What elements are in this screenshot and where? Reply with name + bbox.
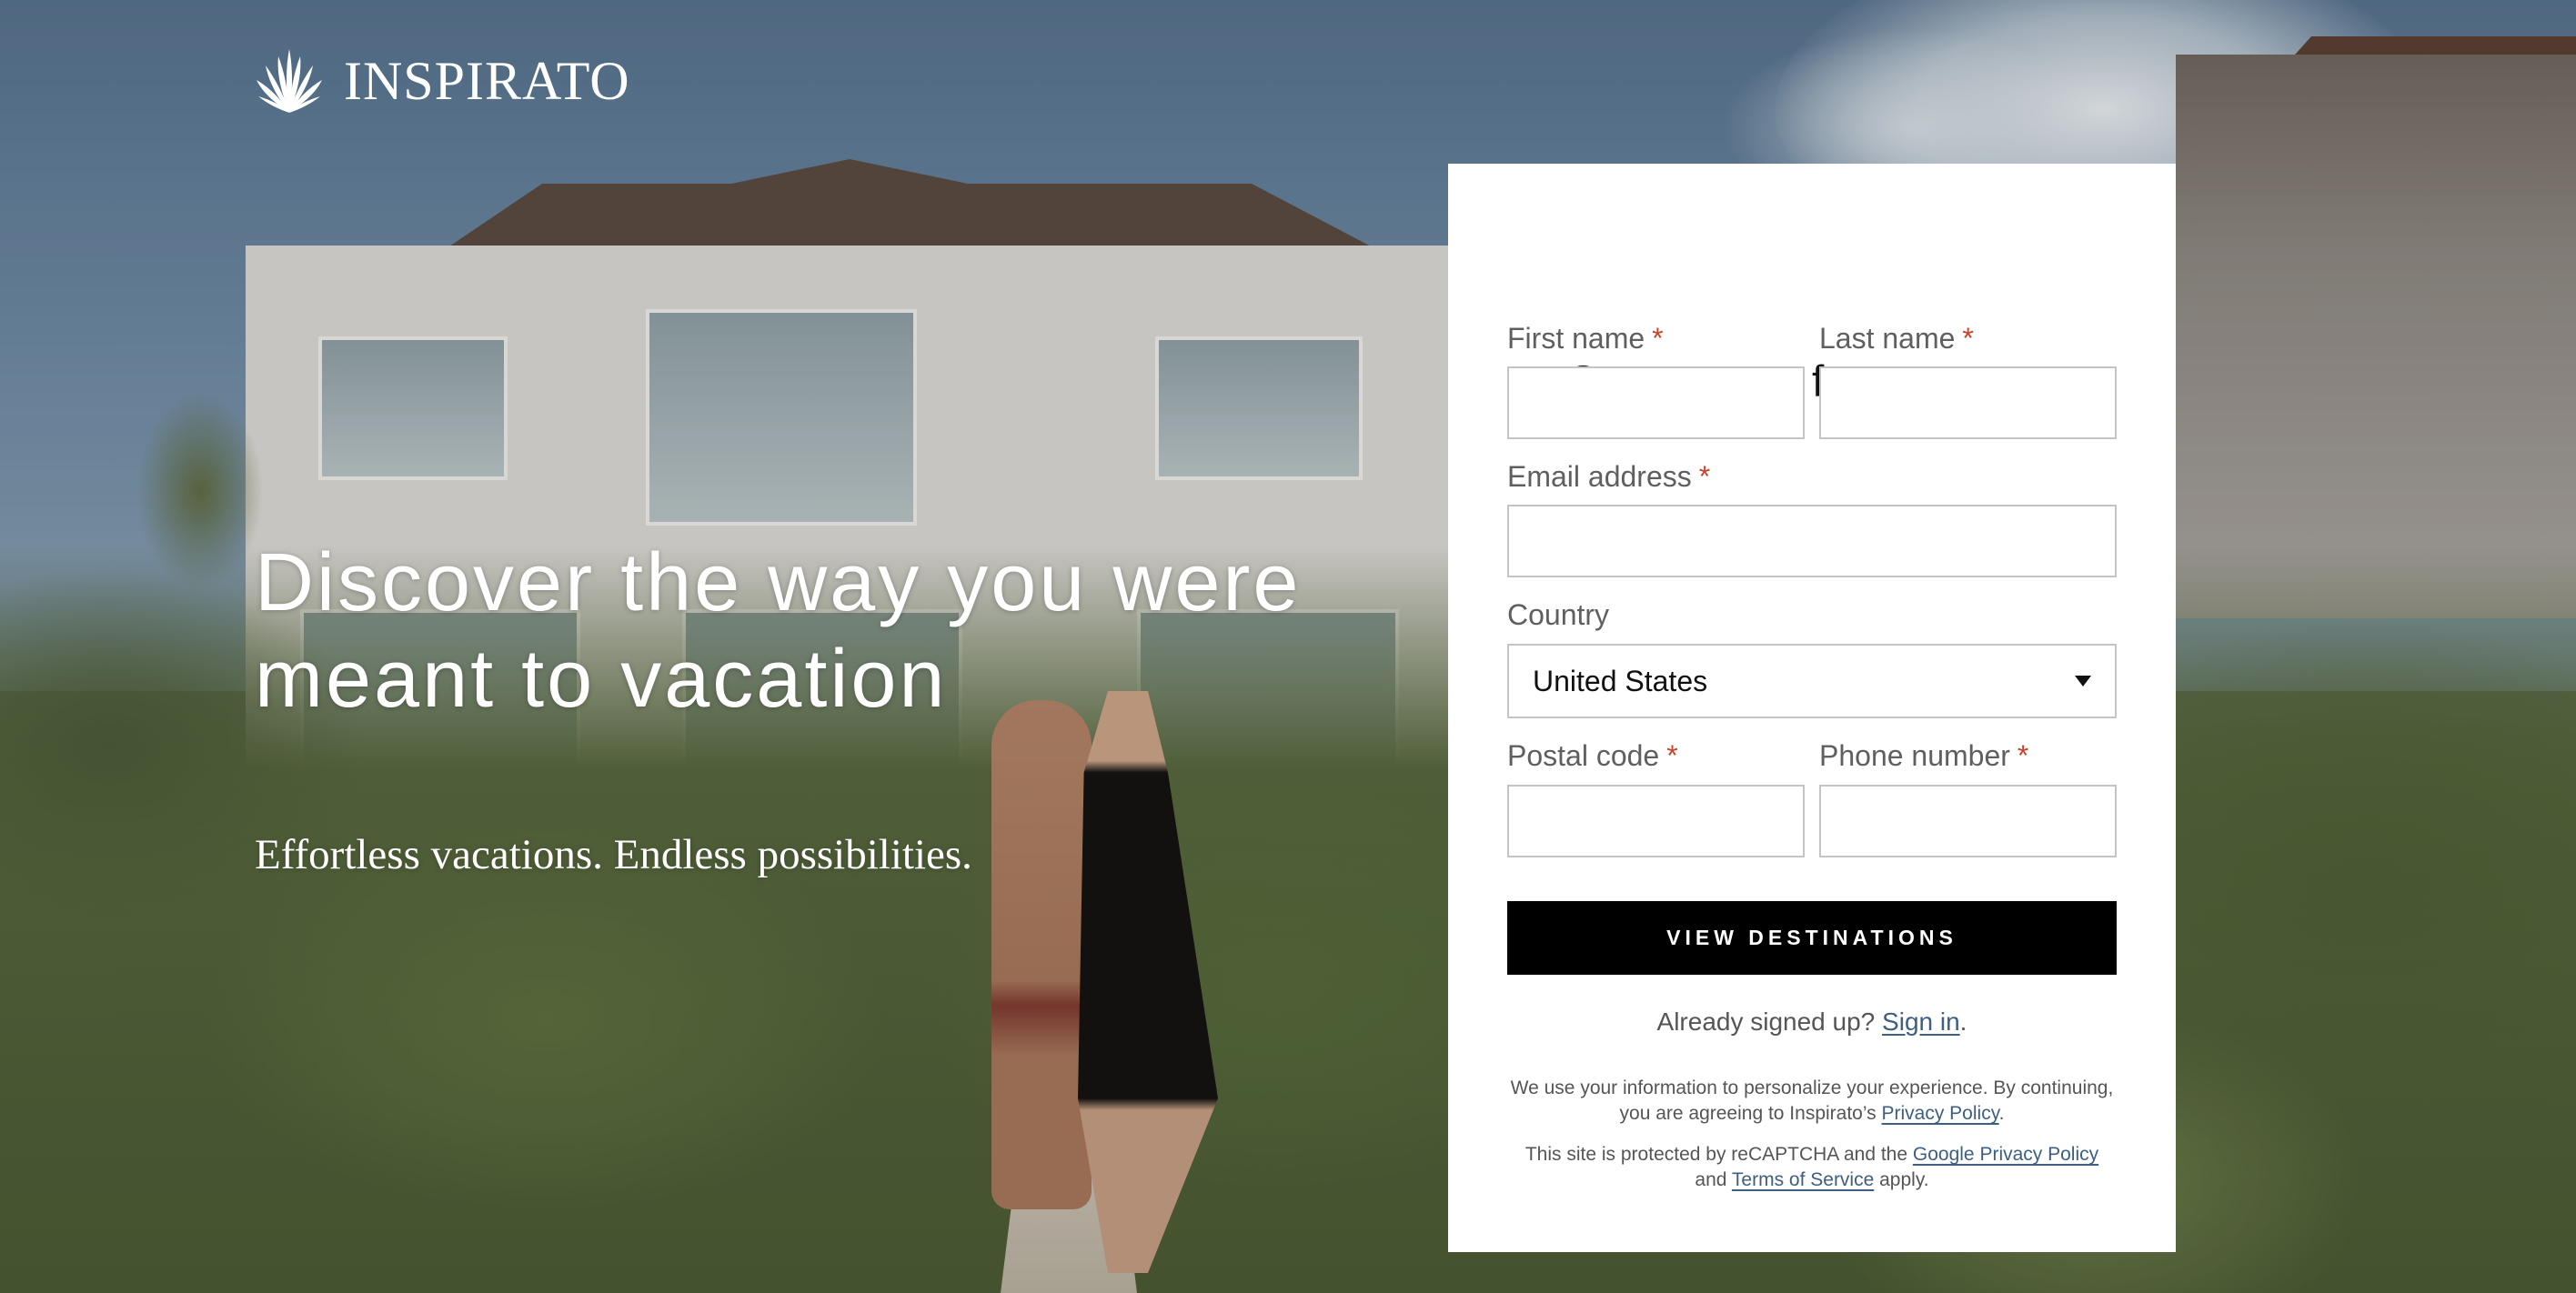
first-name-input[interactable] [1507, 366, 1805, 439]
hero-headline: Discover the way you were meant to vacat… [255, 537, 1302, 725]
first-name-label: First name * [1507, 320, 1805, 356]
caret-down-icon [2075, 676, 2091, 687]
postal-code-input[interactable] [1507, 785, 1805, 857]
brand-wordmark: INSPIRATO [344, 51, 630, 111]
country-label-text: Country [1507, 598, 1610, 631]
terms-of-service-link[interactable]: Terms of Service [1732, 1169, 1874, 1190]
signin-suffix: . [1959, 1007, 1967, 1036]
last-name-field: Last name * [1819, 320, 2117, 439]
privacy-notice-text: We use your information to personalize y… [1510, 1078, 2114, 1124]
recaptcha-notice: This site is protected by reCAPTCHA and … [1503, 1142, 2121, 1193]
privacy-notice: We use your information to personalize y… [1503, 1076, 2121, 1127]
country-field: Country United States [1507, 596, 2117, 718]
sign-in-link[interactable]: Sign in [1882, 1007, 1960, 1036]
recaptcha-text: This site is protected by reCAPTCHA and … [1524, 1144, 1908, 1165]
last-name-input[interactable] [1819, 366, 2117, 439]
email-field: Email address * [1507, 458, 2117, 577]
recaptcha-text: and [1695, 1169, 1727, 1190]
required-marker: * [2017, 739, 2029, 772]
view-destinations-button[interactable]: VIEW DESTINATIONS [1507, 901, 2117, 975]
country-label: Country [1507, 596, 2117, 633]
email-label-text: Email address [1507, 460, 1692, 493]
first-name-label-text: First name [1507, 322, 1645, 355]
email-label: Email address * [1507, 458, 2117, 495]
privacy-policy-link[interactable]: Privacy Policy [1882, 1103, 1999, 1124]
last-name-label-text: Last name [1819, 322, 1956, 355]
postal-code-label: Postal code * [1507, 737, 1805, 774]
last-name-label: Last name * [1819, 320, 2117, 356]
phone-label: Phone number * [1819, 737, 2117, 774]
signup-panel: Create your free account First name * Las… [1448, 164, 2176, 1252]
required-marker: * [1652, 322, 1664, 355]
country-selected-value: United States [1533, 664, 1708, 697]
postal-code-label-text: Postal code [1507, 739, 1660, 772]
required-marker: * [1698, 460, 1711, 493]
phone-input[interactable] [1819, 785, 2117, 857]
signin-prompt-text: Already signed up? [1656, 1007, 1876, 1036]
email-input[interactable] [1507, 505, 2117, 577]
phone-field: Phone number * [1819, 737, 2117, 857]
phone-label-text: Phone number [1819, 739, 2010, 772]
signin-prompt: Already signed up? Sign in. [1448, 1004, 2176, 1040]
palm-fan-icon [255, 47, 324, 115]
country-select[interactable]: United States [1507, 644, 2117, 718]
privacy-notice-suffix: . [1998, 1103, 2005, 1124]
brand-logo[interactable]: INSPIRATO [255, 47, 630, 115]
postal-code-field: Postal code * [1507, 737, 1805, 857]
recaptcha-text: apply. [1879, 1169, 1929, 1190]
google-privacy-policy-link[interactable]: Google Privacy Policy [1913, 1144, 2098, 1165]
hero-subtitle: Effortless vacations. Endless possibilit… [255, 831, 972, 878]
required-marker: * [1666, 739, 1678, 772]
required-marker: * [1962, 322, 1974, 355]
first-name-field: First name * [1507, 320, 1805, 439]
